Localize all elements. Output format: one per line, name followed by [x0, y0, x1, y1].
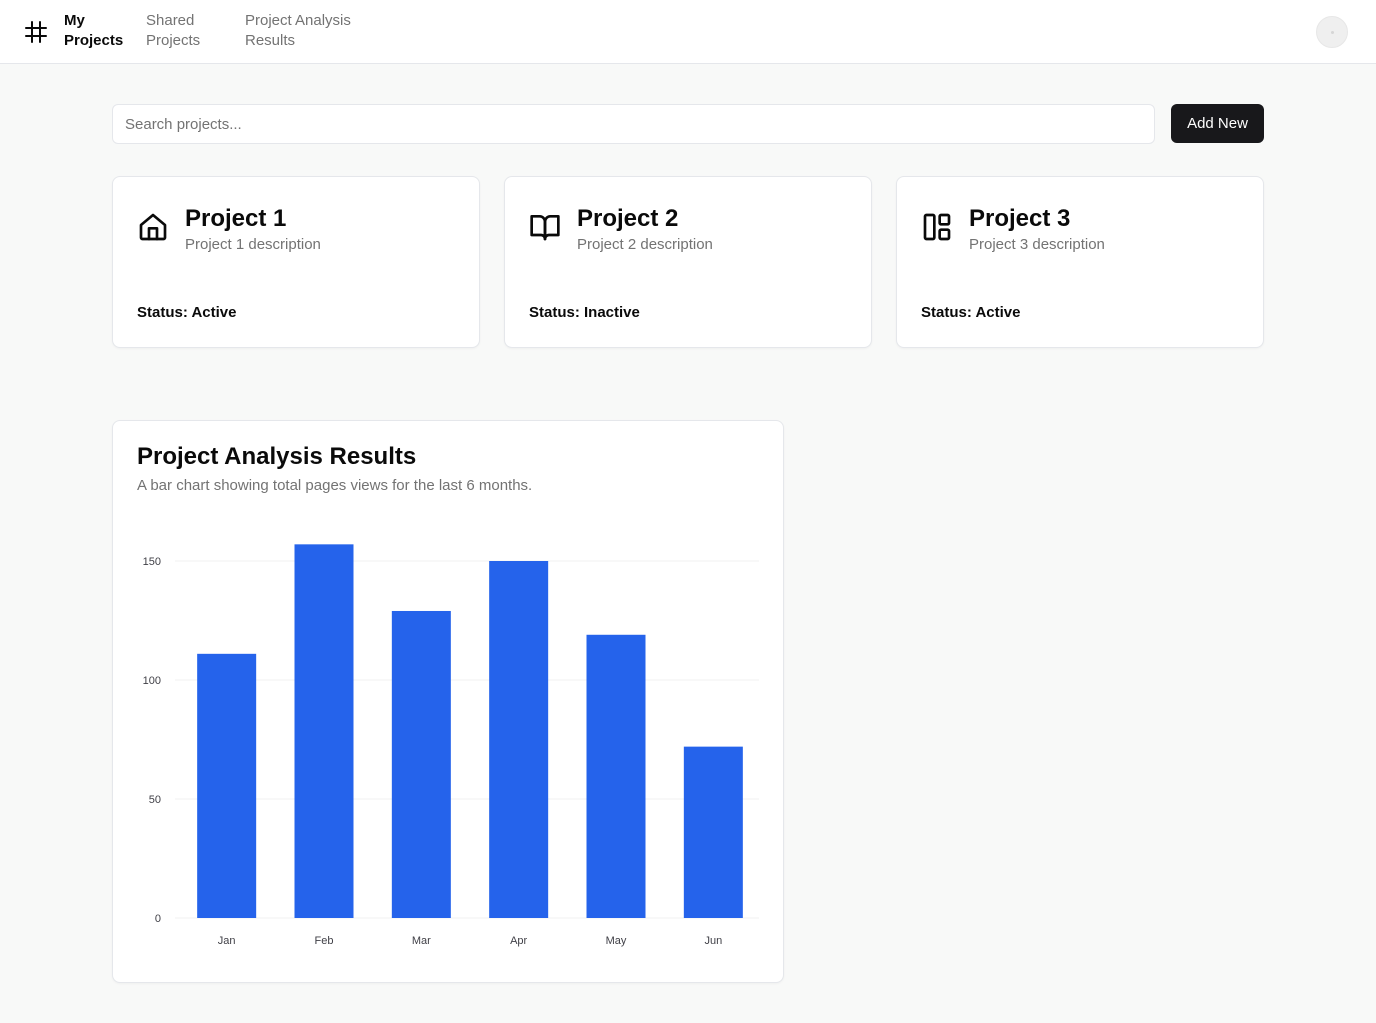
nav-shared-projects-line2: Projects — [146, 32, 201, 49]
book-open-icon — [530, 215, 560, 241]
add-new-button[interactable]: Add New — [1171, 104, 1264, 143]
project-title: Project 1 — [185, 205, 287, 232]
x-tick-label: Apr — [510, 935, 527, 947]
nav-analysis-line2: Results — [245, 32, 296, 49]
project-card-1[interactable]: Project 1 Project 1 description Status: … — [112, 176, 480, 348]
nav-project-analysis-results[interactable]: Project Analysis Results — [245, 11, 375, 51]
project-status: Status: Inactive — [529, 304, 640, 321]
layout-dashboard-icon — [923, 213, 951, 241]
bar-jan[interactable] — [197, 653, 257, 918]
project-title: Project 2 — [577, 205, 679, 232]
x-tick-label: Feb — [315, 935, 334, 947]
analysis-chart-card: Project Analysis Results A bar chart sho… — [112, 420, 784, 983]
y-tick-label: 0 — [155, 913, 161, 925]
nav-my-projects-line1: My — [64, 12, 85, 29]
hash-icon[interactable] — [24, 20, 48, 44]
top-navigation-bar: My Projects Shared Projects Project Anal… — [0, 0, 1376, 64]
bar-mar[interactable] — [391, 610, 451, 918]
search-input[interactable] — [112, 104, 1155, 144]
bar-apr[interactable] — [489, 561, 549, 918]
project-title: Project 3 — [969, 205, 1071, 232]
x-tick-label: Mar — [412, 935, 431, 947]
project-status: Status: Active — [921, 304, 1021, 321]
nav-shared-projects-line1: Shared — [146, 12, 195, 29]
y-tick-label: 150 — [143, 556, 161, 568]
project-status: Status: Active — [137, 304, 237, 321]
x-tick-label: May — [606, 935, 627, 947]
nav-my-projects-line2: Projects — [64, 32, 124, 49]
bar-feb[interactable] — [294, 544, 354, 918]
project-card-2[interactable]: Project 2 Project 2 description Status: … — [504, 176, 872, 348]
x-tick-label: Jun — [704, 935, 722, 947]
project-card-3[interactable]: Project 3 Project 3 description Status: … — [896, 176, 1264, 348]
bar-chart: 0 50 100 150 Jan Feb Mar Apr May Jun — [143, 544, 759, 947]
project-description: Project 1 description — [185, 236, 321, 253]
nav-shared-projects[interactable]: Shared Projects — [146, 11, 226, 51]
bar-jun[interactable] — [683, 746, 743, 918]
user-avatar[interactable] — [1316, 16, 1348, 48]
home-icon — [139, 213, 167, 241]
y-tick-label: 100 — [143, 675, 161, 687]
x-tick-label: Jan — [218, 935, 236, 947]
project-description: Project 2 description — [577, 236, 713, 253]
nav-my-projects[interactable]: My Projects — [64, 11, 134, 51]
bar-may[interactable] — [586, 634, 646, 918]
nav-analysis-line1: Project Analysis — [245, 12, 351, 29]
project-description: Project 3 description — [969, 236, 1105, 253]
y-tick-label: 50 — [149, 794, 161, 806]
